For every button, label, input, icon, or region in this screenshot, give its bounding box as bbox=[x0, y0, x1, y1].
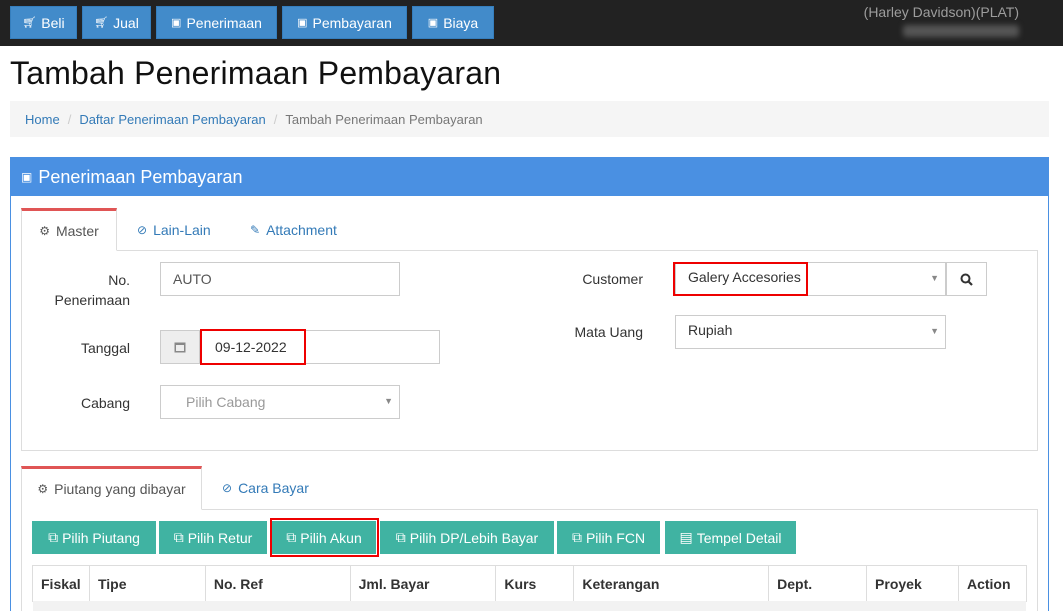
nav-pembayaran-label: Pembayaran bbox=[312, 14, 392, 31]
col-no-ref: No. Ref bbox=[204, 565, 351, 602]
mata-uang-label: Mata Uang bbox=[574, 324, 643, 340]
breadcrumb-separator: / bbox=[273, 111, 278, 127]
top-navbar: 🛒︎ Beli 🛒︎ Jual ▣ Penerimaan ▣ Pembayara… bbox=[0, 0, 1063, 46]
pilih-akun-highlight bbox=[270, 518, 379, 557]
cabang-placeholder: Pilih Cabang bbox=[186, 394, 266, 410]
no-penerimaan-input[interactable]: AUTO bbox=[160, 262, 400, 296]
pilih-fcn-button[interactable]: ⧉ Pilih FCN bbox=[557, 521, 660, 554]
tanggal-label: Tanggal bbox=[80, 340, 130, 356]
panel-title: Penerimaan Pembayaran bbox=[38, 166, 243, 187]
table-header-row: Fiskal Tipe No. Ref Jml. Bayar Kurs Kete… bbox=[32, 565, 1028, 602]
customer-search-button[interactable] bbox=[946, 262, 987, 296]
nav-penerimaan-button[interactable]: ▣ Penerimaan bbox=[156, 6, 277, 39]
breadcrumb-current: Tambah Penerimaan Pembayaran bbox=[285, 111, 483, 127]
nav-jual-button[interactable]: 🛒︎ Jual bbox=[82, 6, 151, 39]
detail-table: Fiskal Tipe No. Ref Jml. Bayar Kurs Kete… bbox=[32, 565, 1028, 602]
nav-penerimaan-label: Penerimaan bbox=[186, 14, 262, 31]
copy-icon: ⧉ bbox=[571, 529, 582, 545]
copy-icon: ⧉ bbox=[395, 529, 406, 545]
check-circle-icon: ⊘ bbox=[137, 222, 148, 237]
pilih-dp-button[interactable]: ⧉ Pilih DP/Lebih Bayar bbox=[380, 521, 554, 554]
nav-pembayaran-button[interactable]: ▣ Pembayaran bbox=[282, 6, 407, 39]
tab-master[interactable]: ⚙ Master bbox=[21, 208, 117, 251]
money-icon: ▣ bbox=[297, 17, 308, 29]
paste-icon: ▤ bbox=[679, 529, 693, 545]
pilih-piutang-label: Pilih Piutang bbox=[62, 529, 140, 546]
check-circle-icon: ⊘ bbox=[222, 481, 233, 495]
page-title: Tambah Penerimaan Pembayaran bbox=[10, 55, 502, 91]
cogs-icon: ⚙ bbox=[37, 482, 49, 496]
panel-header: ▣ Penerimaan Pembayaran bbox=[11, 158, 1048, 196]
money-icon: ▣ bbox=[171, 17, 182, 29]
tab-attachment-label: Attachment bbox=[266, 221, 337, 238]
detail-tabs: ⚙ Piutang yang dibayar ⊘ Cara Bayar bbox=[21, 466, 1038, 510]
col-keterangan: Keterangan bbox=[573, 565, 770, 602]
customer-label: Customer bbox=[582, 271, 643, 287]
tempel-detail-button[interactable]: ▤ Tempel Detail bbox=[665, 521, 796, 554]
chevron-down-icon: ▼ bbox=[930, 273, 939, 283]
tanggal-highlight bbox=[200, 329, 306, 365]
chevron-down-icon: ▼ bbox=[384, 396, 393, 406]
nav-jual-label: Jual bbox=[113, 14, 139, 31]
money-icon: ▣ bbox=[427, 17, 439, 29]
pilih-fcn-label: Pilih FCN bbox=[585, 529, 646, 546]
cart-icon: 🛒︎ bbox=[94, 17, 109, 29]
col-action: Action bbox=[957, 565, 1028, 602]
copy-icon: ⧉ bbox=[48, 529, 59, 545]
mata-uang-select[interactable]: Rupiah ▼ bbox=[675, 315, 946, 349]
nav-biaya-button[interactable]: ▣ Biaya bbox=[412, 6, 494, 39]
tab-piutang-label: Piutang yang dibayar bbox=[54, 481, 186, 497]
col-jml-bayar: Jml. Bayar bbox=[349, 565, 497, 602]
table-row bbox=[33, 601, 1026, 611]
tempel-detail-label: Tempel Detail bbox=[696, 529, 782, 546]
no-penerimaan-label: No. Penerimaan bbox=[54, 272, 131, 308]
customer-highlight bbox=[673, 262, 808, 296]
tab-cara-bayar[interactable]: ⊘ Cara Bayar bbox=[222, 466, 309, 510]
breadcrumb-home-link[interactable]: Home bbox=[25, 112, 60, 127]
nav-biaya-label: Biaya bbox=[443, 14, 479, 31]
tab-cara-bayar-label: Cara Bayar bbox=[238, 480, 309, 496]
breadcrumb-separator: / bbox=[67, 111, 72, 127]
calendar-icon[interactable] bbox=[160, 330, 200, 364]
nav-beli-button[interactable]: 🛒︎ Beli bbox=[10, 6, 77, 39]
money-icon: ▣ bbox=[21, 170, 33, 184]
paperclip-icon: ✎ bbox=[250, 222, 261, 237]
search-icon bbox=[960, 273, 973, 286]
chevron-down-icon: ▼ bbox=[930, 326, 939, 336]
col-tipe: Tipe bbox=[88, 565, 206, 602]
nav-beli-label: Beli bbox=[41, 14, 65, 31]
tab-master-label: Master bbox=[55, 222, 99, 239]
col-kurs: Kurs bbox=[495, 565, 575, 602]
pilih-retur-button[interactable]: ⧉ Pilih Retur bbox=[159, 521, 267, 554]
col-fiskal: Fiskal bbox=[32, 565, 90, 602]
cabang-select[interactable]: Pilih Cabang ▼ bbox=[160, 385, 400, 419]
breadcrumb: Home / Daftar Penerimaan Pembayaran / Ta… bbox=[10, 101, 1049, 137]
copy-icon: ⧉ bbox=[173, 529, 184, 545]
tab-attachment[interactable]: ✎ Attachment bbox=[250, 208, 337, 251]
master-tabs: ⚙ Master ⊘ Lain-Lain ✎ Attachment bbox=[21, 208, 1038, 251]
col-proyek: Proyek bbox=[866, 565, 959, 602]
pilih-retur-label: Pilih Retur bbox=[187, 529, 253, 546]
tab-piutang[interactable]: ⚙ Piutang yang dibayar bbox=[21, 466, 202, 510]
cart-icon: 🛒︎ bbox=[22, 17, 37, 29]
cogs-icon: ⚙ bbox=[39, 223, 50, 238]
pilih-dp-label: Pilih DP/Lebih Bayar bbox=[409, 529, 539, 546]
col-dept: Dept. bbox=[768, 565, 868, 602]
tab-lain-lain-label: Lain-Lain bbox=[153, 221, 211, 238]
breadcrumb-list-link[interactable]: Daftar Penerimaan Pembayaran bbox=[79, 112, 265, 127]
pilih-piutang-button[interactable]: ⧉ Pilih Piutang bbox=[32, 521, 156, 554]
company-name[interactable]: (Harley Davidson)(PLAT) bbox=[864, 4, 1019, 20]
blurred-user-email bbox=[903, 25, 1019, 37]
tab-lain-lain[interactable]: ⊘ Lain-Lain bbox=[137, 208, 211, 251]
cabang-label: Cabang bbox=[80, 395, 130, 411]
mata-uang-value: Rupiah bbox=[688, 322, 733, 338]
